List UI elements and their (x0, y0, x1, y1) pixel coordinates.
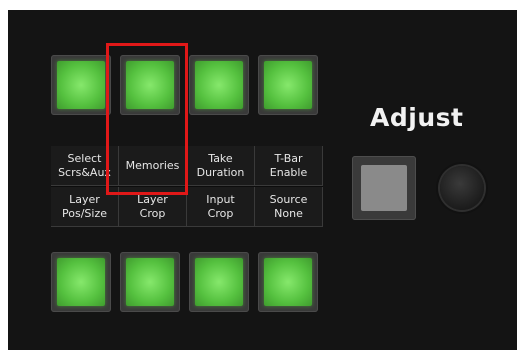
softkey-line1: Input (206, 192, 235, 206)
green-led (126, 258, 174, 306)
softkey-line2: Scrs&Aux (58, 165, 111, 179)
softkey-tbar-enable: T-Bar Enable (255, 146, 323, 186)
softkey-line2: None (274, 206, 303, 220)
softkey-line2: Duration (196, 165, 245, 179)
softkey-line1: Take (208, 151, 233, 165)
adjust-knob[interactable] (440, 166, 484, 210)
green-led (57, 61, 105, 109)
adjust-title: Adjust (370, 103, 464, 132)
softkey-line1: Select (67, 151, 102, 165)
softkey-source-none: Source None (255, 187, 323, 227)
softkey-line1: T-Bar (274, 151, 303, 165)
softkey-line1: Layer (69, 192, 100, 206)
top-button-1[interactable] (51, 55, 111, 115)
green-led (195, 61, 243, 109)
green-led (195, 258, 243, 306)
softkey-line2: Crop (139, 206, 166, 220)
green-led (264, 258, 312, 306)
top-button-4[interactable] (258, 55, 318, 115)
bottom-button-1[interactable] (51, 252, 111, 312)
softkey-input-crop: Input Crop (187, 187, 255, 227)
softkey-take-duration: Take Duration (187, 146, 255, 186)
top-button-3[interactable] (189, 55, 249, 115)
bottom-button-2[interactable] (120, 252, 180, 312)
softkey-line2: Pos/Size (62, 206, 107, 220)
adjust-button[interactable] (352, 156, 416, 220)
softkey-line2: Crop (207, 206, 234, 220)
green-led (57, 258, 105, 306)
highlight-box (106, 43, 188, 195)
bottom-button-4[interactable] (258, 252, 318, 312)
bottom-button-3[interactable] (189, 252, 249, 312)
green-led (264, 61, 312, 109)
adjust-button-face (361, 165, 407, 211)
softkey-line2: Enable (269, 165, 308, 179)
softkey-line1: Source (269, 192, 308, 206)
